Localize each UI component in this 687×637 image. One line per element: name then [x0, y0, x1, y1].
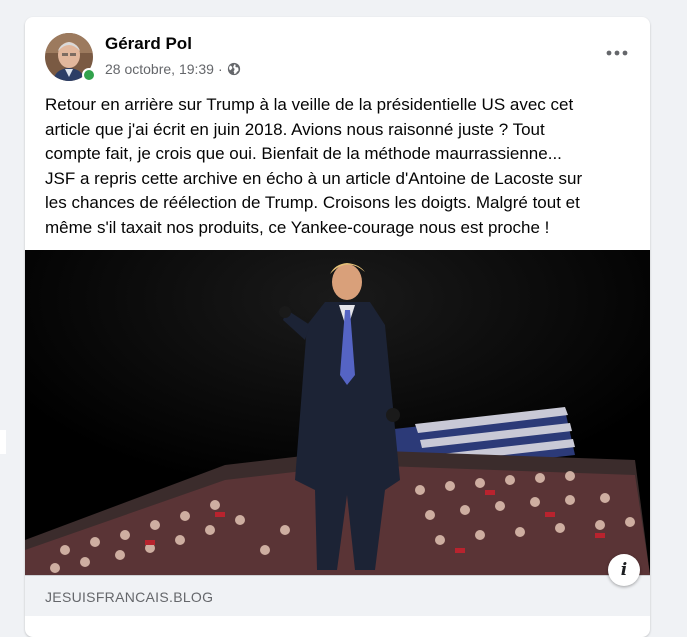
more-options-button[interactable] — [604, 43, 630, 63]
online-status-dot — [82, 68, 96, 82]
author-name[interactable]: Gérard Pol — [105, 34, 192, 54]
link-domain: JESUISFRANCAIS.BLOG — [45, 589, 214, 605]
post-timestamp[interactable]: 28 octobre, 19:39 — [105, 61, 214, 77]
meta-separator: · — [217, 61, 223, 77]
post-text-line: article que j'ai écrit en juin 2018. Avi… — [45, 119, 545, 139]
post-meta: 28 octobre, 19:39 · — [105, 61, 241, 77]
globe-icon[interactable] — [227, 62, 241, 76]
info-button[interactable]: i — [608, 554, 640, 586]
post-text-line: même s'il taxait nos produits, ce Yankee… — [45, 217, 550, 237]
link-preview[interactable]: JESUISFRANCAIS.BLOG i — [25, 250, 650, 616]
post-text-line: compte fait, je crois que oui. Bienfait … — [45, 144, 562, 163]
link-footer[interactable]: JESUISFRANCAIS.BLOG — [25, 575, 650, 616]
left-column-edge — [0, 430, 6, 454]
post-card: Gérard Pol 28 octobre, 19:39 · Retour en… — [25, 17, 650, 637]
post-text-line: les chances de réélection de Trump. Croi… — [45, 193, 580, 212]
post-text-line: Retour en arrière sur Trump à la veille … — [45, 95, 574, 114]
info-icon: i — [620, 560, 628, 580]
post-text: Retour en arrière sur Trump à la veille … — [45, 93, 635, 240]
post-text-line: JSF a repris cette archive en écho à un … — [45, 168, 583, 188]
more-horizontal-icon — [606, 50, 628, 56]
post-header: Gérard Pol 28 octobre, 19:39 · — [25, 17, 650, 97]
link-preview-image[interactable] — [25, 250, 650, 575]
